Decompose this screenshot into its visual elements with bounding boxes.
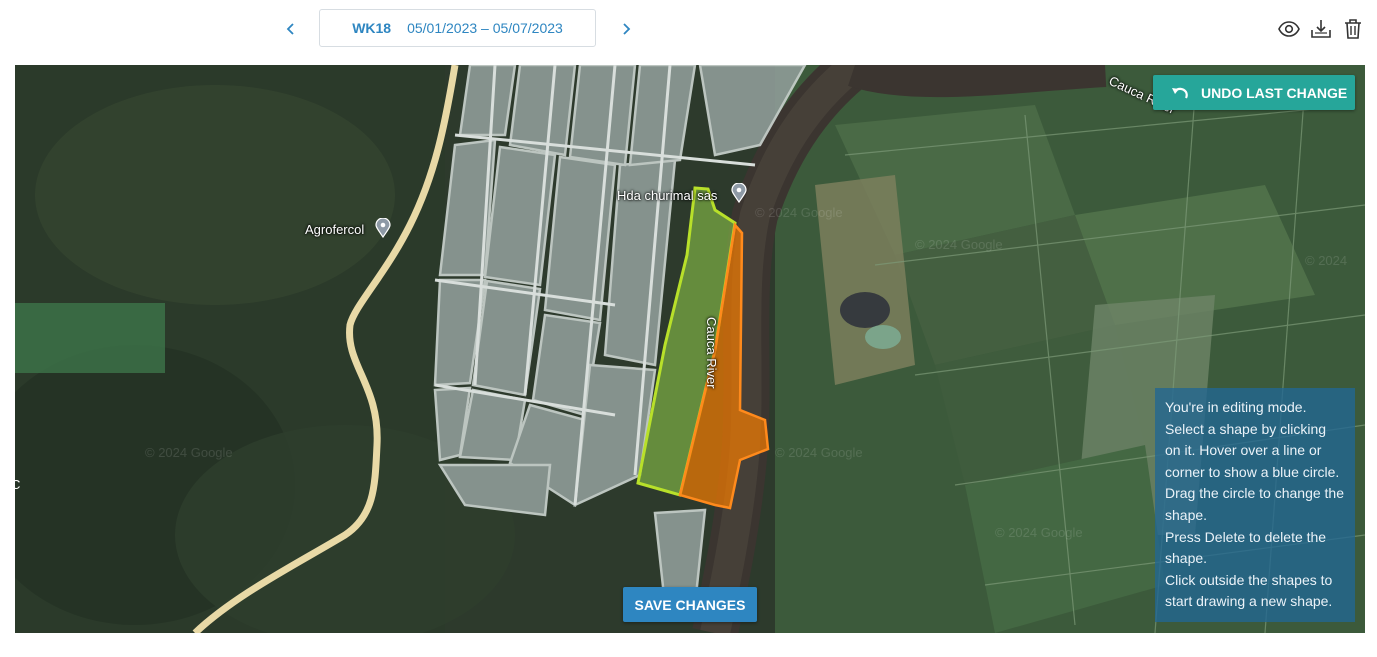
help-line: Drag the circle to change the shape.	[1165, 485, 1344, 523]
map-edge-label: C	[15, 477, 21, 492]
map-pin-icon[interactable]	[731, 183, 747, 203]
svg-text:© 2024 Google: © 2024 Google	[915, 237, 1003, 252]
week-label: WK18	[352, 20, 392, 36]
week-date-range: 05/01/2023 – 05/07/2023	[407, 20, 563, 36]
chevron-right-icon	[623, 23, 631, 35]
svg-text:© 2024 Google: © 2024 Google	[755, 205, 843, 220]
map-pin-icon[interactable]	[375, 218, 391, 238]
previous-week-button[interactable]	[277, 14, 305, 44]
eye-icon	[1278, 21, 1300, 37]
help-line: Click outside the shapes to start drawin…	[1165, 571, 1333, 610]
svg-text:© 2024 Google: © 2024 Google	[995, 525, 1083, 540]
next-week-button[interactable]	[612, 14, 640, 44]
download-button[interactable]	[1309, 17, 1333, 41]
undo-icon	[1172, 87, 1188, 98]
river-label: Cauca River	[704, 317, 719, 389]
help-line: Press Delete to delete the shape.	[1165, 528, 1327, 567]
undo-label: UNDO LAST CHANGE	[1201, 84, 1348, 101]
download-icon	[1311, 20, 1331, 38]
svg-text:© 2024 Google: © 2024 Google	[775, 445, 863, 460]
trash-icon	[1345, 19, 1361, 39]
green-patch	[15, 303, 165, 373]
satellite-map[interactable]: © 2024 Google © 2024 Google © 2024 Googl…	[15, 65, 1365, 633]
undo-last-change-button[interactable]: UNDO LAST CHANGE	[1153, 75, 1355, 110]
help-line: You're in editing mode.	[1165, 399, 1307, 415]
editing-help-panel: You're in editing mode. Select a shape b…	[1155, 388, 1355, 622]
week-selector[interactable]: WK18 05/01/2023 – 05/07/2023	[319, 9, 596, 47]
chevron-left-icon	[286, 23, 294, 35]
place-label-agrofercol: Agrofercol	[305, 222, 365, 237]
svg-text:© 2024: © 2024	[1305, 253, 1347, 268]
help-line: Select a shape by clicking on it. Hover …	[1165, 420, 1340, 480]
svg-text:© 2024 Google: © 2024 Google	[145, 445, 233, 460]
delete-button[interactable]	[1341, 17, 1365, 41]
place-label-hda: Hda churimal sas	[617, 188, 718, 203]
save-changes-button[interactable]: SAVE CHANGES	[623, 587, 757, 622]
view-button[interactable]	[1277, 17, 1301, 41]
